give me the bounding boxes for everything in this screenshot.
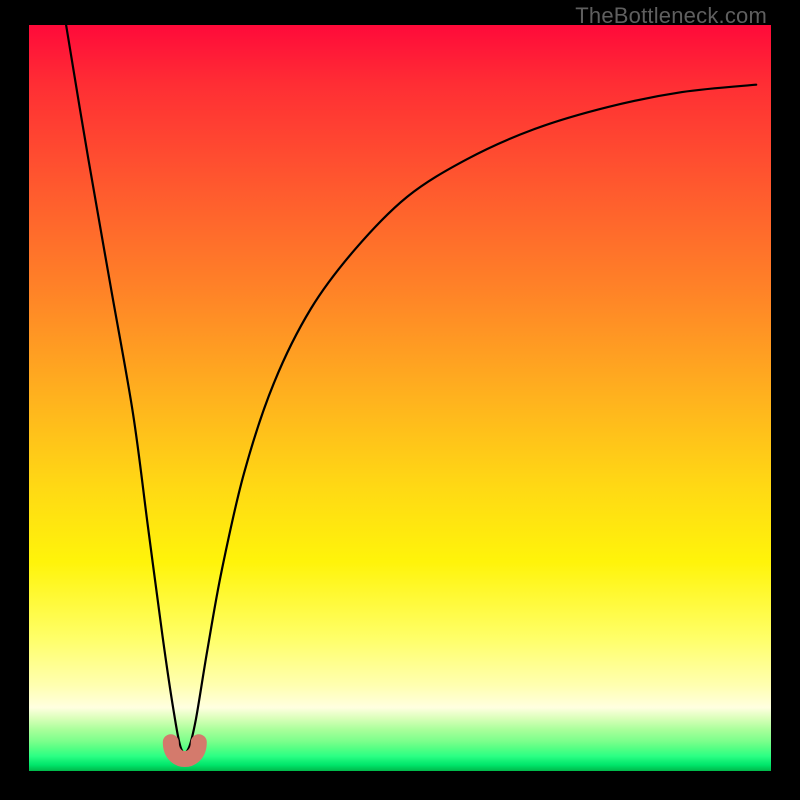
bottleneck-curve [66,25,756,753]
plot-area [29,25,771,771]
chart-frame: TheBottleneck.com [0,0,800,800]
curve-layer [29,25,771,771]
minimum-nub [171,742,199,759]
